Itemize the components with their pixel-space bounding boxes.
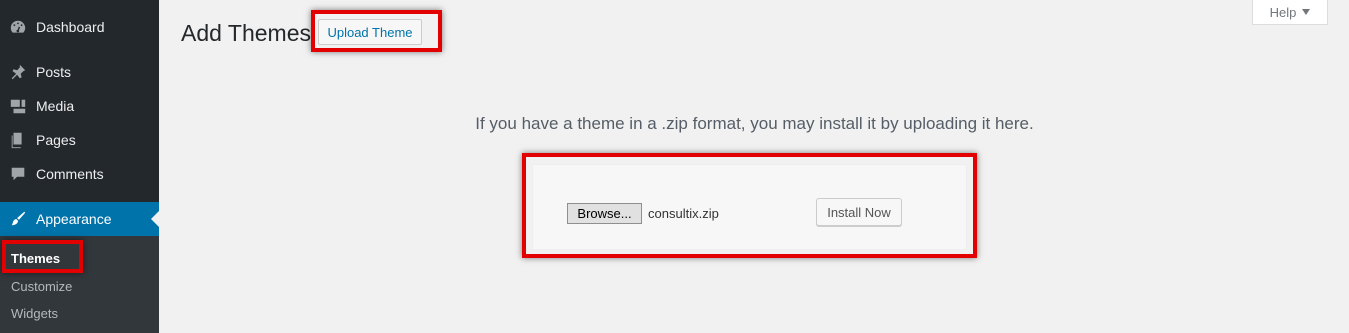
page-title: Add Themes xyxy=(181,20,311,46)
sidebar-item-label: Media xyxy=(36,98,75,114)
submenu-item-customize[interactable]: Customize xyxy=(11,279,72,294)
media-icon xyxy=(8,96,28,116)
sidebar-item-comments[interactable]: Comments xyxy=(0,157,159,191)
sidebar-item-posts[interactable]: Posts xyxy=(0,55,159,89)
sidebar-item-label: Dashboard xyxy=(36,19,105,35)
sidebar-item-appearance[interactable]: Appearance xyxy=(0,202,159,236)
sidebar-item-label: Posts xyxy=(36,64,72,80)
sidebar-item-label: Appearance xyxy=(36,211,112,227)
caret-down-icon xyxy=(1302,9,1311,15)
pin-icon xyxy=(8,62,28,82)
themes-highlight-box xyxy=(2,240,83,273)
upload-instructions: If you have a theme in a .zip format, yo… xyxy=(475,114,1034,133)
sidebar-item-label: Comments xyxy=(36,166,104,182)
sidebar-item-label: Pages xyxy=(36,132,76,148)
dashboard-icon xyxy=(8,17,28,37)
submenu-item-widgets[interactable]: Widgets xyxy=(11,306,58,321)
help-label: Help xyxy=(1269,4,1297,20)
upload-form-highlight-box xyxy=(522,153,977,258)
brush-icon xyxy=(8,209,28,229)
sidebar-item-dashboard[interactable]: Dashboard xyxy=(0,10,159,44)
admin-sidebar: Dashboard Posts Media Pages Comments App… xyxy=(0,0,159,333)
comment-icon xyxy=(8,164,28,184)
upload-button-highlight-box xyxy=(311,10,442,52)
help-tab-button[interactable]: Help xyxy=(1252,0,1328,25)
